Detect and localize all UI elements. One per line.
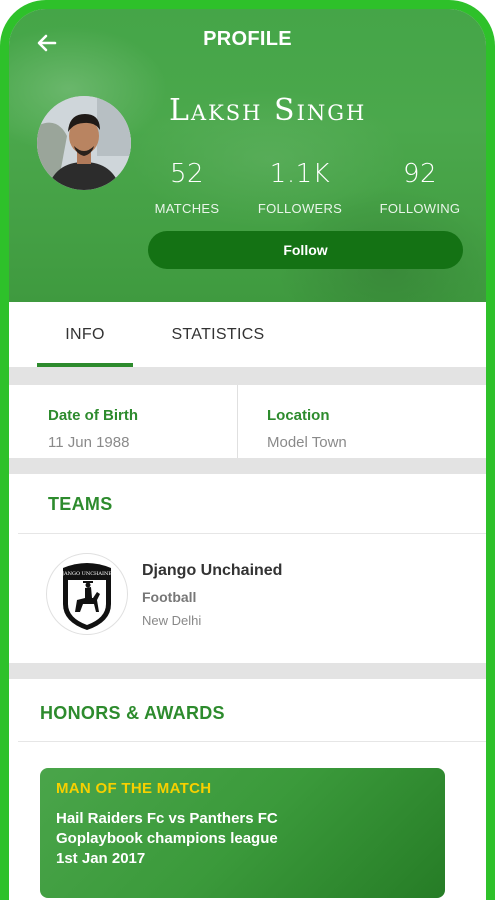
award-kicker: MAN OF THE MATCH xyxy=(56,780,212,797)
dob-value: 11 Jun 1988 xyxy=(48,434,130,451)
tab-info[interactable]: INFO xyxy=(37,302,133,367)
dob-field: Date of Birth 11 Jun 1988 xyxy=(9,385,237,458)
stat-label: FOLLOWING xyxy=(379,201,461,216)
team-sport: Football xyxy=(142,589,197,605)
award-league: Goplaybook champions league xyxy=(56,830,278,847)
award-card[interactable]: MAN OF THE MATCH Hail Raiders Fc vs Pant… xyxy=(40,768,445,898)
follow-button[interactable]: Follow xyxy=(148,231,463,269)
stat-following[interactable]: 92 FOLLOWING xyxy=(360,159,480,216)
profile-name: Laksh Singh xyxy=(169,93,367,128)
stat-followers[interactable]: 1.1K FOLLOWERS xyxy=(240,159,360,216)
location-value: Model Town xyxy=(267,434,347,451)
stat-label: FOLLOWERS xyxy=(257,201,343,216)
honors-title: HONORS & AWARDS xyxy=(40,703,225,723)
dob-label: Date of Birth xyxy=(48,407,138,424)
location-label: Location xyxy=(267,407,330,424)
award-match: Hail Raiders Fc vs Panthers FC xyxy=(56,810,278,827)
tab-statistics[interactable]: STATISTICS xyxy=(164,302,272,367)
tab-bar: INFO STATISTICS xyxy=(9,302,486,367)
team-logo[interactable]: DJANGO UNCHAINED xyxy=(46,553,128,635)
stat-value: 52 xyxy=(169,159,205,189)
page-title: PROFILE xyxy=(203,28,292,50)
stat-label: MATCHES xyxy=(154,201,220,216)
stat-value: 1.1K xyxy=(269,159,331,189)
team-name[interactable]: Django Unchained xyxy=(142,562,282,580)
teams-divider xyxy=(18,533,486,534)
phone-frame: PROFILE Laksh Singh 52 MATCHES 1.1K FOLL… xyxy=(0,0,495,900)
honors-divider xyxy=(18,741,486,742)
stat-matches[interactable]: 52 MATCHES xyxy=(127,159,247,216)
location-field: Location Model Town xyxy=(238,385,486,458)
avatar xyxy=(37,96,131,190)
team-logo-text: DJANGO UNCHAINED xyxy=(58,571,116,577)
info-card: Date of Birth 11 Jun 1988 Location Model… xyxy=(9,385,486,458)
stat-value: 92 xyxy=(402,159,438,189)
award-date: 1st Jan 2017 xyxy=(56,850,146,867)
profile-header: PROFILE Laksh Singh 52 MATCHES 1.1K FOLL… xyxy=(9,9,486,302)
teams-title: TEAMS xyxy=(48,494,113,514)
team-city: New Delhi xyxy=(142,613,202,628)
